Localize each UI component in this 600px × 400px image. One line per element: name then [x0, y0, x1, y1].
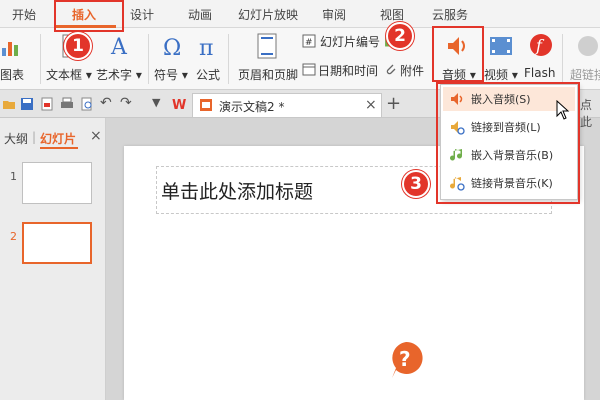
paperclip-icon[interactable] — [384, 62, 398, 76]
hyperlink-button-label[interactable]: 超链接 — [570, 66, 600, 83]
tab-cloud[interactable]: 云服务 — [432, 6, 468, 23]
calendar-icon[interactable] — [302, 62, 316, 76]
highlight-audio-menu — [436, 82, 580, 204]
save-icon[interactable] — [20, 97, 34, 111]
svg-text:?: ? — [399, 347, 411, 371]
ribbon-separator — [228, 34, 229, 84]
customize-dropdown-icon[interactable]: ▼ — [152, 96, 160, 109]
tab-review[interactable]: 审阅 — [322, 6, 346, 23]
tab-slideshow[interactable]: 幻灯片放映 — [238, 6, 298, 23]
header-footer-icon[interactable] — [256, 32, 278, 60]
new-tab-plus-icon[interactable]: + — [386, 93, 401, 114]
step-badge-1: 1 — [64, 32, 92, 60]
help-question-icon[interactable]: ? — [388, 340, 424, 380]
wordart-icon[interactable]: A — [108, 32, 134, 60]
video-film-icon[interactable] — [488, 34, 514, 58]
ribbon: 图表 A 文本框 ▾ A 艺术字 ▾ Ω 符号 ▾ π 公式 页眉和页脚 # 幻… — [0, 28, 600, 90]
undo-icon[interactable]: ↶ — [100, 95, 112, 111]
close-panel-icon[interactable]: × — [90, 128, 102, 144]
slide-thumbnail-2[interactable] — [22, 222, 92, 264]
partial-right-label[interactable]: 点此 — [580, 96, 600, 130]
pi-formula-icon[interactable]: π — [196, 32, 222, 60]
tab-design[interactable]: 设计 — [130, 6, 154, 23]
slide-thumbnail-1[interactable] — [22, 162, 92, 204]
redo-icon[interactable]: ↷ — [120, 95, 132, 111]
tab-animation[interactable]: 动画 — [188, 6, 212, 23]
highlight-insert-tab — [54, 0, 124, 32]
slide-number: 2 — [10, 230, 17, 243]
wordart-button-label[interactable]: 艺术字 ▾ — [96, 66, 142, 83]
flash-icon[interactable]: f — [528, 32, 554, 58]
video-button-label[interactable]: 视频 ▾ — [484, 66, 518, 83]
tab-view[interactable]: 视图 — [380, 6, 404, 23]
print-preview-icon[interactable] — [80, 97, 94, 111]
chart-icon[interactable] — [0, 34, 24, 58]
svg-text:π: π — [199, 36, 213, 60]
flash-button-label[interactable]: Flash — [524, 66, 555, 80]
attachment-button-label[interactable]: 附件 — [400, 62, 424, 79]
open-folder-icon[interactable] — [2, 97, 16, 111]
svg-text:W: W — [172, 98, 186, 111]
header-footer-button-label[interactable]: 页眉和页脚 — [238, 66, 298, 83]
textbox-button-label[interactable]: 文本框 ▾ — [46, 66, 92, 83]
tab-home[interactable]: 开始 — [12, 6, 36, 23]
slide-number-icon[interactable]: # — [302, 34, 316, 48]
tab-slides[interactable]: 幻灯片 — [40, 130, 76, 147]
document-tab-title: 演示文稿2 * — [219, 100, 285, 114]
step-badge-2: 2 — [386, 22, 414, 50]
chart-button-label[interactable]: 图表 — [0, 66, 24, 83]
symbol-button-label[interactable]: 符号 ▾ — [154, 66, 188, 83]
panel-tab-divider: | — [32, 130, 37, 144]
highlight-audio-button — [432, 26, 484, 82]
ribbon-separator — [40, 34, 41, 84]
title-placeholder-text: 单击此处添加标题 — [161, 181, 314, 203]
print-icon[interactable] — [60, 97, 74, 111]
slide-number: 1 — [10, 170, 17, 183]
slides-tab-indicator — [40, 147, 78, 149]
document-tab[interactable]: 演示文稿2 * × — [192, 93, 382, 117]
omega-symbol-icon[interactable]: Ω — [160, 32, 186, 60]
ribbon-separator — [562, 34, 563, 84]
formula-button-label[interactable]: 公式 — [196, 66, 220, 83]
ribbon-separator — [148, 34, 149, 84]
output-pdf-icon[interactable] — [40, 97, 54, 111]
datetime-button-label[interactable]: 日期和时间 — [318, 62, 378, 79]
presentation-file-icon — [200, 99, 212, 111]
tab-outline[interactable]: 大纲 — [4, 130, 28, 147]
step-badge-3: 3 — [402, 170, 430, 198]
slides-panel: 大纲 | 幻灯片 × 1 2 — [0, 118, 106, 400]
hyperlink-globe-icon[interactable] — [576, 34, 600, 58]
slide-number-button-label[interactable]: 幻灯片编号 — [320, 33, 380, 50]
svg-text:#: # — [305, 38, 313, 48]
svg-text:A: A — [110, 35, 128, 60]
close-icon[interactable]: × — [365, 97, 377, 113]
wps-logo-icon[interactable]: W — [172, 97, 188, 111]
svg-text:Ω: Ω — [163, 36, 181, 60]
